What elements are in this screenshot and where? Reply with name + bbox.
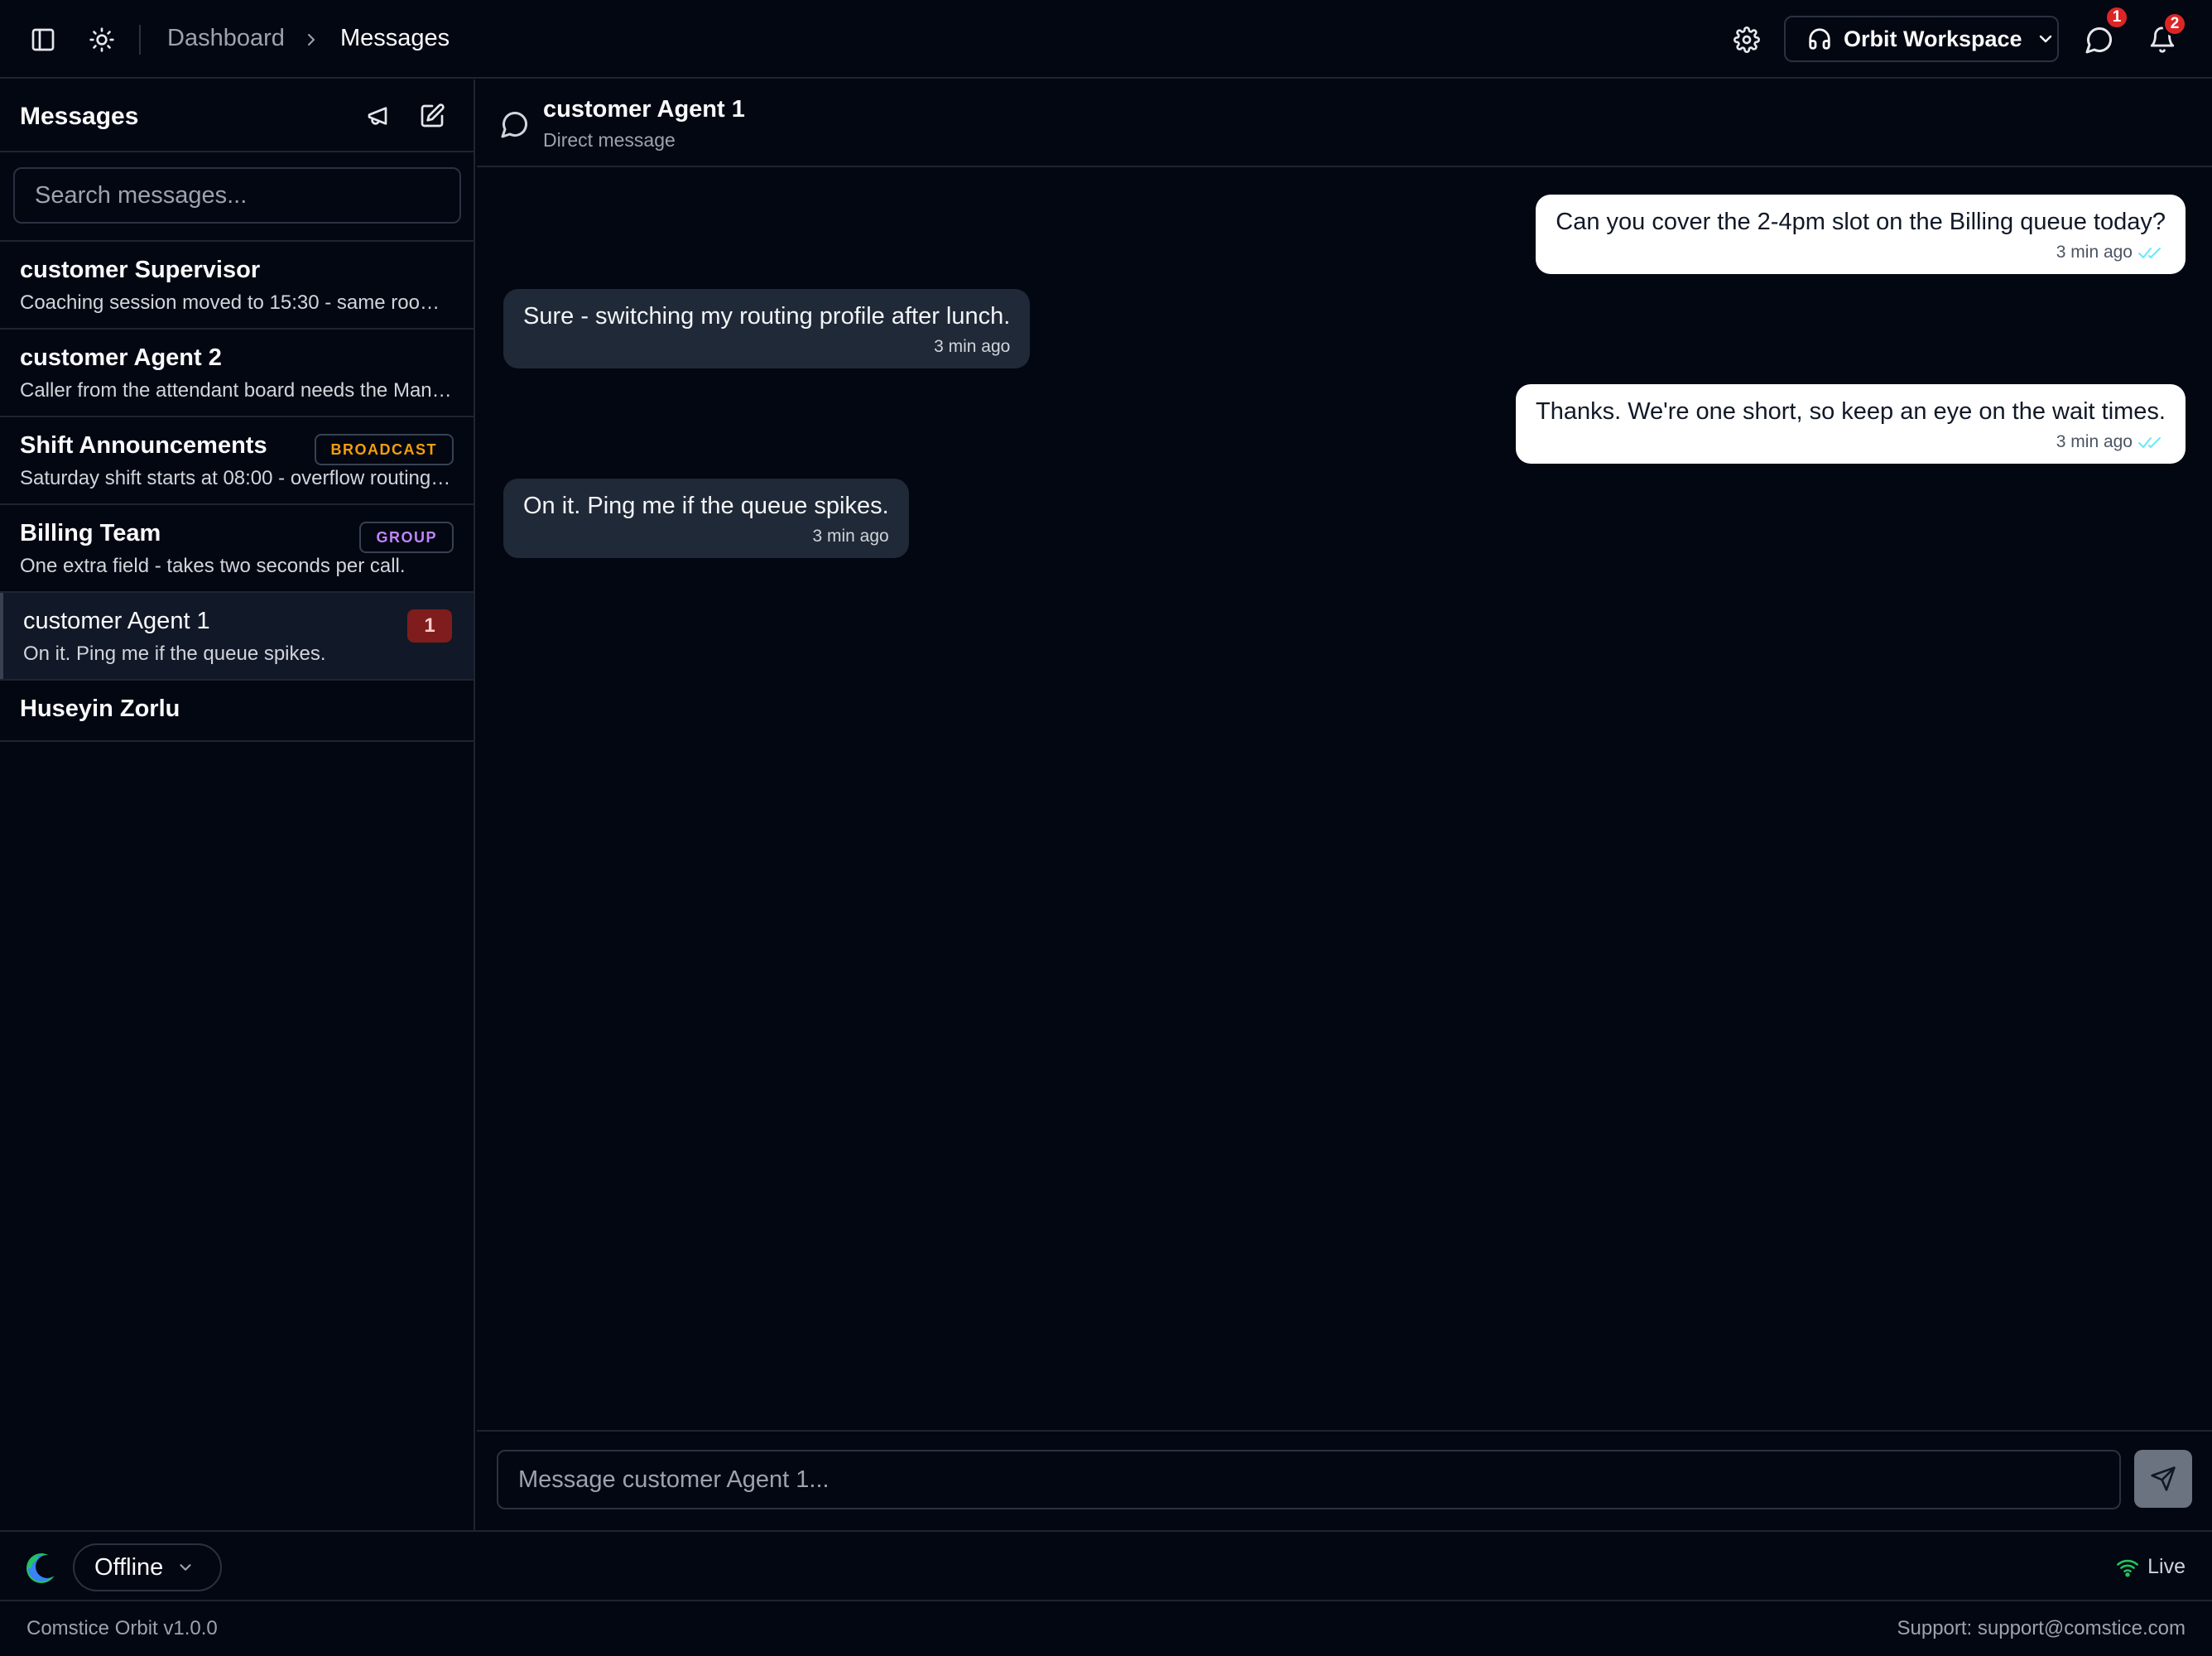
breadcrumb-dashboard[interactable]: Dashboard (167, 25, 285, 52)
search-messages-input[interactable] (13, 167, 461, 224)
presence-status-label: Offline (94, 1553, 164, 1581)
workspace-switcher-button[interactable]: Orbit Workspace (1784, 16, 2059, 62)
message-timestamp: 3 min ago (2056, 243, 2133, 262)
app-version: Comstice Orbit v1.0.0 (26, 1617, 218, 1639)
theme-toggle-icon[interactable] (82, 20, 122, 60)
read-receipt-icon (2138, 248, 2161, 258)
message-circle-icon (501, 111, 528, 138)
message-circle-icon (2085, 26, 2113, 54)
message-bubble-incoming: Sure - switching my routing profile afte… (503, 289, 1031, 368)
message-text: Sure - switching my routing profile afte… (523, 303, 1011, 330)
breadcrumb-messages: Messages (340, 25, 450, 51)
chevron-right-icon (301, 26, 321, 53)
support-contact: Support: support@comstice.com (1897, 1617, 2186, 1639)
compose-new-message-icon[interactable] (414, 98, 450, 134)
wifi-icon (2117, 1559, 2139, 1577)
settings-gear-icon[interactable] (1727, 20, 1767, 60)
message-bubble-outgoing: Can you cover the 2-4pm slot on the Bill… (1536, 195, 2186, 274)
message-text: Thanks. We're one short, so keep an eye … (1535, 398, 2166, 425)
conversation-name: Huseyin Zorlu (20, 696, 180, 722)
message-input[interactable] (497, 1450, 2121, 1509)
app-root: Dashboard Messages Orbit Workspace 1 2 M… (0, 0, 2212, 1656)
sidebar-title: Messages (20, 103, 139, 130)
broadcast-megaphone-icon[interactable] (361, 98, 397, 134)
conversation-name: customer Agent 1 (23, 608, 210, 634)
message-timestamp: 3 min ago (2056, 432, 2133, 451)
conversation-sidebar: Messages customer Supervisor Coaching se… (0, 79, 475, 1530)
conversation-name: Billing Team (20, 520, 161, 546)
conversation-item[interactable]: Shift Announcements BROADCAST Saturday s… (0, 417, 474, 505)
send-button[interactable] (2134, 1450, 2192, 1508)
footer: Comstice Orbit v1.0.0 Support: support@c… (0, 1603, 2212, 1656)
conversation-list: customer Supervisor Coaching session mov… (0, 240, 474, 742)
conversation-item[interactable]: Huseyin Zorlu (0, 681, 474, 742)
message-meta: 3 min ago (523, 527, 889, 546)
connection-status-label: Live (2147, 1555, 2186, 1578)
notifications-count-badge: 2 (2162, 12, 2187, 36)
message-bubble-outgoing: Thanks. We're one short, so keep an eye … (1515, 384, 2186, 464)
connection-status: Live (2116, 1555, 2186, 1579)
message-text: On it. Ping me if the queue spikes. (523, 493, 889, 519)
message-bubble-incoming: On it. Ping me if the queue spikes. 3 mi… (503, 479, 909, 558)
messages-count-badge: 1 (2104, 5, 2129, 30)
send-icon (2151, 1466, 2176, 1491)
chevron-down-icon (180, 1564, 191, 1571)
app-logo-icon (26, 1553, 58, 1583)
conversation-name: customer Supervisor (20, 257, 261, 283)
message-meta: 3 min ago (523, 337, 1010, 357)
sidebar-header: Messages (0, 79, 474, 152)
message-timestamp: 3 min ago (812, 527, 889, 546)
conversation-item[interactable]: customer Agent 2 Caller from the attenda… (0, 330, 474, 417)
conversation-preview: On it. Ping me if the queue spikes. (23, 643, 326, 665)
message-text: Can you cover the 2-4pm slot on the Bill… (1556, 209, 2166, 235)
chat-header: customer Agent 1 Direct message (477, 79, 2212, 167)
conversation-preview: Caller from the attendant board needs th… (20, 379, 454, 402)
sidebar-toggle-icon[interactable] (23, 20, 63, 60)
group-tag: GROUP (359, 522, 454, 553)
top-bar: Dashboard Messages Orbit Workspace 1 2 (0, 0, 2212, 79)
message-composer (477, 1430, 2212, 1530)
presence-status-dropdown[interactable]: Offline (73, 1543, 222, 1591)
conversation-item[interactable]: customer Supervisor Coaching session mov… (0, 242, 474, 330)
conversation-item[interactable]: Billing Team GROUP One extra field - tak… (0, 505, 474, 593)
conversation-preview: One extra field - takes two seconds per … (20, 555, 406, 577)
conversation-name: customer Agent 2 (20, 344, 222, 371)
topbar-divider (139, 25, 141, 55)
conversation-preview: Saturday shift starts at 08:00 - overflo… (20, 467, 454, 489)
chat-title: customer Agent 1 (543, 96, 745, 123)
broadcast-tag: BROADCAST (314, 434, 454, 465)
chevron-down-icon (2039, 35, 2051, 43)
workspace-label: Orbit Workspace (1844, 26, 2022, 51)
conversation-preview: Coaching session moved to 15:30 - same r… (20, 291, 454, 314)
unread-count-badge: 1 (407, 609, 452, 643)
headset-icon (1809, 28, 1830, 50)
status-bar: Offline Live (0, 1530, 2212, 1601)
chat-subtitle: Direct message (543, 129, 676, 151)
conversation-item-active[interactable]: customer Agent 1 1 On it. Ping me if the… (0, 593, 474, 681)
read-receipt-icon (2138, 437, 2161, 448)
chat-panel: customer Agent 1 Direct message Can you … (477, 79, 2212, 1530)
message-meta: 3 min ago (1536, 432, 2166, 452)
message-meta: 3 min ago (1556, 243, 2166, 262)
conversation-name: Shift Announcements (20, 432, 267, 459)
message-timestamp: 3 min ago (934, 337, 1011, 356)
